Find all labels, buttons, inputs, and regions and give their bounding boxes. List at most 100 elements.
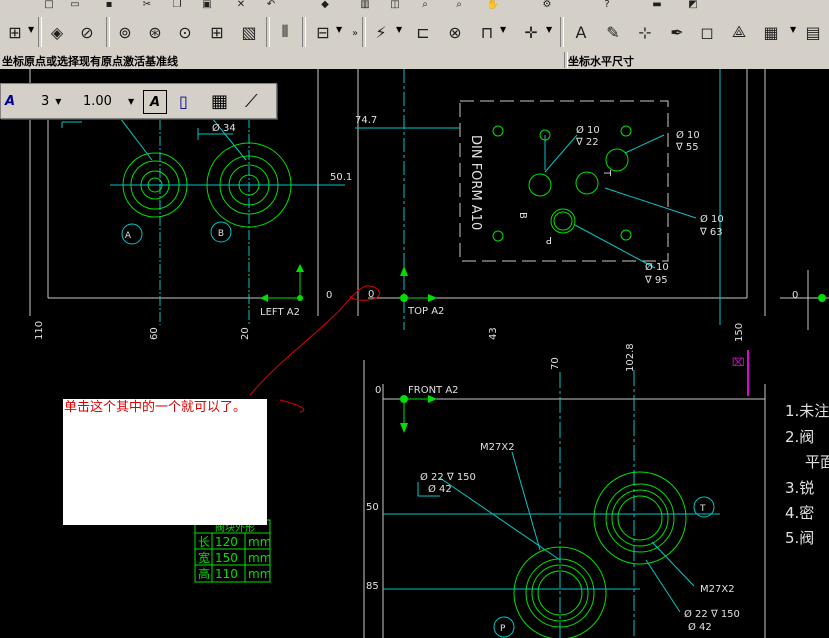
svg-text:⌧: ⌧: [732, 356, 745, 369]
paste-icon[interactable]: ▣: [194, 0, 220, 12]
annotation-text: 单击这个其中的一个就可以了。: [64, 400, 247, 415]
datum-icon[interactable]: ✛: [518, 18, 544, 46]
command-prompt: 坐标原点或选择现有原点激活基准线: [2, 55, 178, 68]
zoom-prev-icon[interactable]: ◫: [382, 0, 408, 12]
svg-text:120: 120: [215, 535, 238, 549]
callout-m27a: M27X2: [480, 442, 515, 453]
text-icon[interactable]: A: [568, 18, 594, 46]
port-label-t: T: [601, 169, 612, 177]
coord-left-c: 20: [240, 327, 251, 340]
coord-front-c: 102.8: [625, 343, 636, 372]
hatch-table-icon[interactable]: ▦: [211, 90, 228, 112]
annotation-box: [63, 399, 267, 525]
callout-d63: ∇ 63: [699, 227, 723, 238]
palette-icon[interactable]: ◩: [680, 0, 706, 12]
center-mark-icon[interactable]: ⊹: [632, 18, 658, 46]
svg-text:mm: mm: [248, 567, 271, 581]
properties-icon[interactable]: ⚙: [534, 0, 560, 12]
callout-d22c: Ø 22 ∇ 150: [684, 608, 740, 620]
svg-text:高: 高: [198, 566, 210, 581]
callout-d95: ∇ 95: [644, 275, 668, 286]
text-edit-icon[interactable]: A: [143, 90, 167, 114]
callout-d22a: ∇ 22: [575, 137, 599, 148]
leader-icon[interactable]: ✎: [600, 18, 626, 46]
magic-wand-icon[interactable]: ⚡: [368, 18, 394, 46]
callout-d42b: Ø 42: [688, 621, 712, 633]
pen-icon[interactable]: ✒: [664, 18, 690, 46]
picture-icon[interactable]: ▦: [758, 18, 784, 46]
svg-text:mm: mm: [248, 551, 271, 565]
chevron-down-icon[interactable]: ▼: [396, 25, 402, 34]
svg-text:4.密: 4.密: [785, 504, 814, 522]
port-label-t-front: T: [699, 504, 706, 514]
brush-icon[interactable]: ▬: [644, 0, 670, 12]
svg-text:110: 110: [215, 567, 238, 581]
assembly-icon[interactable]: ⊟: [310, 18, 336, 46]
port-label-b: B: [517, 212, 528, 219]
coord-front-b: 70: [550, 357, 561, 370]
svg-text:mm: mm: [248, 535, 271, 549]
command-name: 坐标水平尺寸: [568, 55, 634, 68]
hole-mirror-icon[interactable]: ⊙: [172, 18, 198, 46]
chevron-down-icon[interactable]: ▼: [28, 25, 34, 34]
undo-icon[interactable]: ↶: [258, 0, 284, 12]
dim-tool-icon[interactable]: ⟋: [245, 90, 258, 112]
port-label-p-front: P: [500, 624, 506, 634]
chevron-down-icon[interactable]: ▼: [546, 25, 552, 34]
zoom-window-icon[interactable]: ▥: [352, 0, 378, 12]
coord-top-d: 150: [734, 323, 745, 342]
grid-icon[interactable]: ⊞: [204, 18, 230, 46]
scale-select[interactable]: 1.00 ▼: [83, 90, 134, 112]
new-file-icon[interactable]: □: [36, 0, 62, 12]
phone-icon[interactable]: ▯: [179, 90, 188, 112]
coord-left-y: 50.1: [330, 172, 352, 183]
seal-icon[interactable]: ⊗: [442, 18, 468, 46]
chevron-down-icon[interactable]: ▼: [790, 25, 796, 34]
coord-top-a: 74.7: [355, 115, 377, 126]
save-icon[interactable]: ▪: [96, 0, 122, 12]
layer-icon[interactable]: ◆: [312, 0, 338, 12]
command-prompt-bar: 坐标原点或选择现有原点激活基准线 坐标水平尺寸: [0, 51, 829, 70]
inspect-icon[interactable]: ⊘: [74, 18, 100, 46]
hole-icon[interactable]: ⊚: [112, 18, 138, 46]
zoom-extents-icon[interactable]: ⌕: [412, 0, 438, 12]
text-style-icon[interactable]: A: [5, 90, 15, 112]
copy-icon[interactable]: ❐: [164, 0, 190, 12]
dimension-toolbar: A 3 ▼ 1.00 ▼ A ▯ ▦ ⟋: [0, 83, 277, 119]
ucs-icon[interactable]: ⊞: [2, 18, 28, 46]
chevron-down-icon[interactable]: ▼: [500, 25, 506, 34]
coord-front-e: 85: [366, 581, 379, 592]
cut-icon[interactable]: ✂: [134, 0, 160, 12]
delete-icon[interactable]: ✕: [228, 0, 254, 12]
svg-text:5.阀: 5.阀: [785, 529, 814, 547]
help-icon[interactable]: ?: [594, 0, 620, 12]
balloon-icon[interactable]: ◻: [694, 18, 720, 46]
valve-icon[interactable]: ⊏: [410, 18, 436, 46]
callout-d10c: Ø 10: [700, 213, 724, 225]
svg-text:平面: 平面: [805, 453, 829, 471]
callout-m27b: M27X2: [700, 584, 735, 595]
callout-d10b: Ø 10: [676, 129, 700, 141]
hole-label-a: A: [125, 231, 132, 241]
coord-front-a: 0: [375, 385, 381, 396]
insert-icon[interactable]: ▤: [800, 18, 826, 46]
open-folder-icon[interactable]: ▭: [62, 0, 88, 12]
pan-icon[interactable]: ✋: [480, 0, 506, 12]
erase-icon[interactable]: ◈: [44, 18, 70, 46]
precision-select[interactable]: 3 ▼: [41, 90, 61, 112]
hole-rotate-icon[interactable]: ⊛: [142, 18, 168, 46]
callout-d42a: Ø 42: [428, 483, 452, 495]
drawing-canvas[interactable]: Ø 34 A B 50.1 LEFT A2 0 110 60 20 74.7 D…: [0, 69, 829, 638]
weld-icon[interactable]: ⟁: [726, 18, 752, 46]
callout-d10d: Ø 10: [645, 261, 669, 273]
zoom-realtime-icon[interactable]: ⌕: [446, 0, 472, 12]
block-icon[interactable]: ⊓: [474, 18, 500, 46]
coord-top-c: 43: [488, 327, 499, 340]
hatch-icon[interactable]: ▧: [236, 18, 262, 46]
coord-front-d: 50: [366, 502, 379, 513]
section-icon[interactable]: ⦀: [272, 18, 298, 46]
coord-left-b: 60: [149, 327, 160, 340]
menu-toolbar-strip: □ ▭ ▪ ✂ ❐ ▣ ✕ ↶ ◆ ▥ ◫ ⌕ ⌕ ✋ ⚙ ? ▬ ◩: [0, 0, 829, 14]
drawing-toolbar: ⊞ ▼ ◈ ⊘ ⊚ ⊛ ⊙ ⊞ ▧ ⦀ ⊟ ▼ » ⚡ ▼ ⊏ ⊗ ⊓ ▼ ✛ …: [0, 13, 829, 52]
callout-d22b: Ø 22 ∇ 150: [420, 471, 476, 483]
